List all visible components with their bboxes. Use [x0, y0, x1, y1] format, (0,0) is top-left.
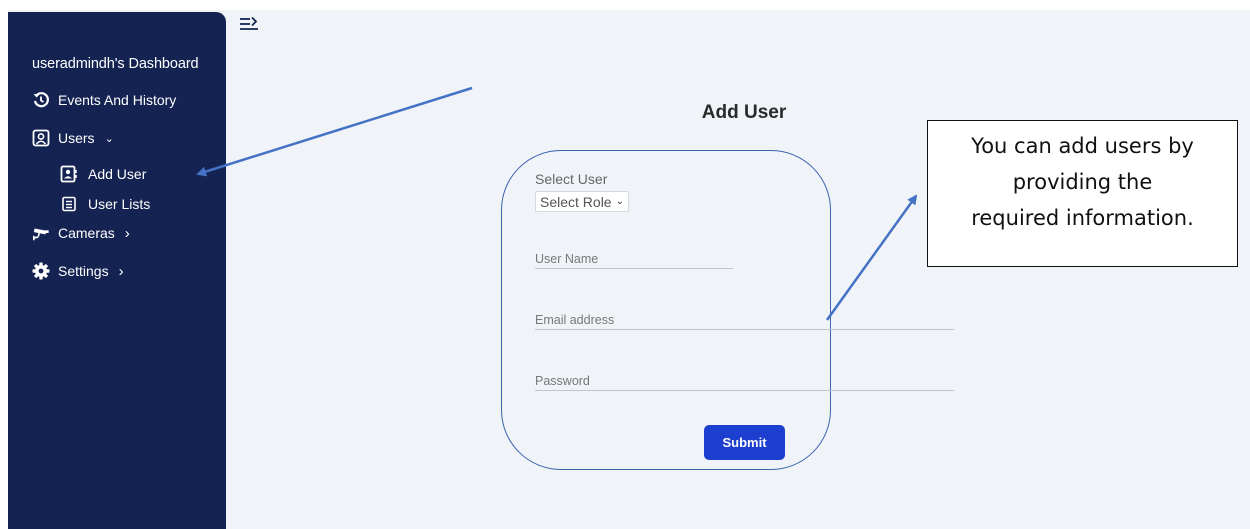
- role-select[interactable]: Select Role ⌄: [535, 191, 629, 212]
- sidebar-item-settings[interactable]: Settings ›: [32, 262, 124, 280]
- email-input[interactable]: [535, 313, 954, 327]
- chevron-down-icon: ⌄: [104, 132, 114, 145]
- sidebar-item-cameras[interactable]: Cameras ›: [32, 224, 130, 242]
- submit-button[interactable]: Submit: [704, 425, 785, 460]
- chevron-right-icon: ›: [124, 224, 130, 242]
- sidebar-item-label: Add User: [88, 166, 147, 182]
- chevron-down-icon: ⌄: [615, 196, 624, 207]
- callout-line: required information.: [971, 206, 1194, 230]
- password-input[interactable]: [535, 374, 954, 388]
- chevron-right-icon: ›: [118, 262, 124, 280]
- contact-card-icon: [60, 165, 78, 183]
- sidebar-item-user-lists[interactable]: User Lists: [60, 195, 150, 213]
- select-user-label: Select User: [535, 171, 608, 187]
- sidebar-item-label: Settings: [58, 263, 109, 279]
- email-field[interactable]: [535, 313, 954, 330]
- username-input[interactable]: [535, 252, 733, 266]
- callout-line: providing the: [1012, 170, 1153, 194]
- user-square-icon: [32, 129, 50, 147]
- sidebar: useradmindh's Dashboard Events And Histo…: [8, 12, 226, 529]
- sidebar-item-add-user[interactable]: Add User: [60, 165, 146, 183]
- callout-line: You can add users by: [971, 134, 1194, 158]
- sidebar-item-label: User Lists: [88, 196, 151, 212]
- sidebar-item-label: Users: [58, 130, 95, 146]
- list-icon: [60, 195, 78, 213]
- sidebar-toggle-icon[interactable]: [238, 14, 260, 36]
- username-field[interactable]: [535, 252, 733, 269]
- sidebar-item-label: Cameras: [58, 225, 115, 241]
- cctv-camera-icon: [32, 224, 50, 242]
- annotation-callout: You can add users by providing the requi…: [927, 120, 1238, 267]
- gear-icon: [32, 262, 50, 280]
- password-field[interactable]: [535, 374, 954, 391]
- sidebar-item-users[interactable]: Users ⌄: [32, 129, 114, 147]
- role-select-value: Select Role: [540, 193, 612, 210]
- dashboard-title: useradmindh's Dashboard: [32, 56, 199, 72]
